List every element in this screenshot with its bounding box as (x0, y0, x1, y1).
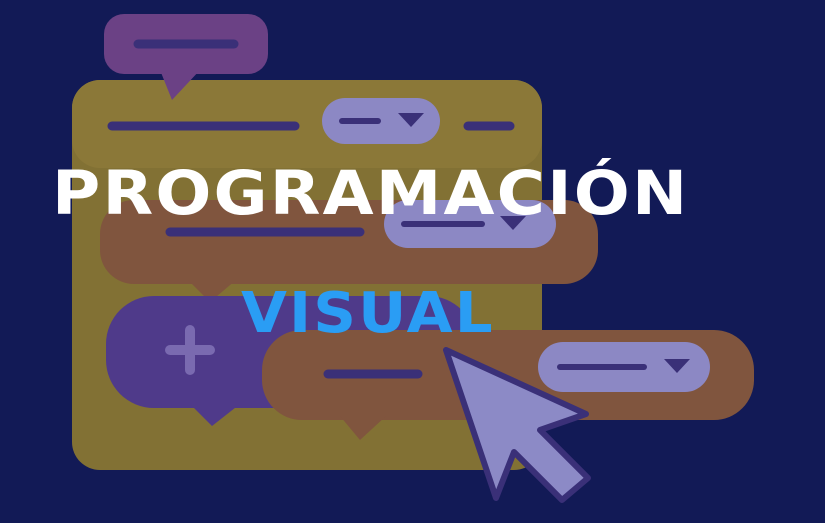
title-line-1: PROGRAMACIÓN (52, 158, 690, 229)
dropdown-control-1 (322, 98, 440, 144)
title-line-2: VISUAL (241, 281, 495, 346)
banner: PROGRAMACIÓN VISUAL (0, 0, 825, 523)
visual-programming-illustration (72, 14, 754, 503)
dropdown-control-3 (538, 342, 710, 392)
